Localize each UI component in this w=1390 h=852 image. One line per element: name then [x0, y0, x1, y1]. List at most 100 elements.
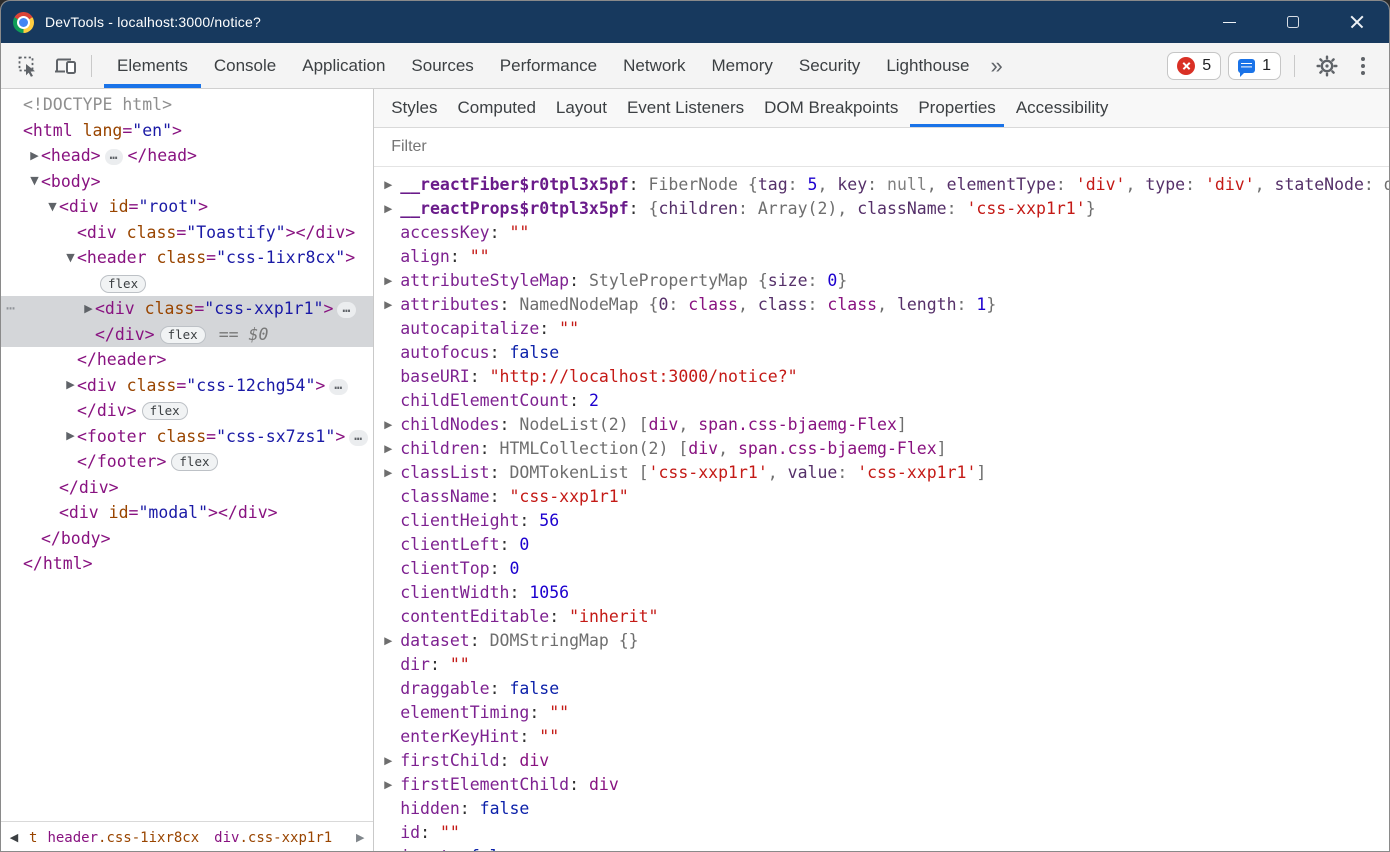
dom-tree-node[interactable]: <!DOCTYPE html> [1, 92, 373, 118]
toggle-device-toolbar-button[interactable] [47, 48, 85, 84]
maximize-button[interactable] [1261, 1, 1325, 43]
property-row[interactable]: dir: "" [384, 653, 1389, 677]
property-row[interactable]: autocapitalize: "" [384, 317, 1389, 341]
dom-tree-node[interactable]: ⋯ ▶ <div class="css-xxp1r1">… [1, 296, 374, 322]
dom-tree-node[interactable]: ▼ <header class="css-1ixr8cx"> [1, 245, 373, 271]
inspect-element-button[interactable] [9, 48, 47, 84]
collapsed-arrow-icon[interactable]: ▶ [28, 143, 41, 169]
property-row[interactable]: baseURI: "http://localhost:3000/notice?" [384, 365, 1389, 389]
tab-lighthouse[interactable]: Lighthouse [873, 43, 982, 88]
sidebar-tab-computed[interactable]: Computed [447, 89, 545, 127]
property-row[interactable]: align: "" [384, 245, 1389, 269]
dom-tree-node[interactable]: </html> [1, 551, 373, 577]
property-row[interactable]: autofocus: false [384, 341, 1389, 365]
tab-sources[interactable]: Sources [398, 43, 486, 88]
collapsed-arrow-icon[interactable]: ▶ [384, 749, 400, 773]
sidebar-tab-event-listeners[interactable]: Event Listeners [617, 89, 754, 127]
expand-ellipsis-icon[interactable]: … [104, 149, 124, 165]
expanded-arrow-icon[interactable]: ▼ [64, 245, 77, 271]
tab-security[interactable]: Security [786, 43, 873, 88]
property-row[interactable]: clientHeight: 56 [384, 509, 1389, 533]
expand-ellipsis-icon[interactable]: … [349, 429, 369, 446]
breadcrumb-item-div-css-xxp1r1[interactable]: div.css-xxp1r1 [214, 830, 332, 846]
node-menu-icon[interactable]: ⋯ [6, 296, 16, 322]
tab-elements[interactable]: Elements [104, 43, 201, 88]
collapsed-arrow-icon[interactable]: ▶ [64, 372, 77, 398]
property-row[interactable]: ▶ children: HTMLCollection(2) [div, span.… [384, 437, 1389, 461]
sidebar-tab-dom-breakpoints[interactable]: DOM Breakpoints [754, 89, 908, 127]
property-row[interactable]: clientLeft: 0 [384, 533, 1389, 557]
property-row[interactable]: elementTiming: "" [384, 701, 1389, 725]
collapsed-arrow-icon[interactable]: ▶ [384, 269, 400, 293]
collapsed-arrow-icon[interactable]: ▶ [384, 461, 400, 485]
collapsed-arrow-icon[interactable]: ▶ [384, 293, 400, 317]
more-options-button[interactable] [1361, 63, 1365, 68]
property-row[interactable]: id: "" [384, 821, 1389, 845]
collapsed-arrow-icon[interactable]: ▶ [82, 296, 95, 322]
more-tabs-button[interactable]: » [983, 54, 1011, 77]
property-row[interactable]: contentEditable: "inherit" [384, 605, 1389, 629]
dom-tree-node[interactable]: </div> [1, 475, 373, 501]
filter-input[interactable] [391, 138, 1389, 156]
breadcrumb-scroll-right-button[interactable]: ▶ [347, 831, 373, 844]
dom-tree-node[interactable]: ▶ <div class="css-12chg54">… [1, 373, 373, 399]
breadcrumb-item-clipped[interactable]: t [29, 830, 37, 846]
property-row[interactable]: ▶ classList: DOMTokenList ['css-xxp1r1', … [384, 461, 1389, 485]
breadcrumb-item-header-css-1ixr8cx[interactable]: header.css-1ixr8cx [47, 830, 199, 846]
dom-tree-node[interactable]: </div> flex == $0 [1, 321, 374, 347]
dom-tree-node[interactable]: ▶ <footer class="css-sx7zs1">… [1, 424, 373, 450]
property-row[interactable]: ▶ firstElementChild: div [384, 773, 1389, 797]
property-row[interactable]: ▶ __reactFiber$r0tpl3x5pf: FiberNode {tag… [384, 173, 1389, 197]
property-row[interactable]: ▶ __reactProps$r0tpl3x5pf: {children: Arr… [384, 197, 1389, 221]
property-row[interactable]: enterKeyHint: "" [384, 725, 1389, 749]
flex-badge[interactable]: flex [100, 274, 147, 293]
property-row[interactable]: ▶ attributeStyleMap: StylePropertyMap {si… [384, 269, 1389, 293]
expanded-arrow-icon[interactable]: ▼ [46, 194, 59, 220]
property-row[interactable]: inert: false [384, 845, 1389, 851]
tab-memory[interactable]: Memory [698, 43, 785, 88]
dom-tree-node[interactable]: </header> [1, 347, 373, 373]
dom-tree-node[interactable]: ▶ <head>… </head> [1, 143, 373, 169]
expanded-arrow-icon[interactable]: ▼ [28, 168, 41, 194]
tab-console[interactable]: Console [201, 43, 289, 88]
collapsed-arrow-icon[interactable]: ▶ [384, 413, 400, 437]
flex-badge[interactable]: flex [159, 325, 206, 344]
property-row[interactable]: accessKey: "" [384, 221, 1389, 245]
dom-tree-node[interactable]: <div id="modal"></div> [1, 500, 373, 526]
property-row[interactable]: className: "css-xxp1r1" [384, 485, 1389, 509]
close-button[interactable] [1325, 1, 1389, 43]
property-row[interactable]: draggable: false [384, 677, 1389, 701]
dom-tree-node[interactable]: <html lang="en"> [1, 118, 373, 144]
error-count-badge[interactable]: 5 [1167, 51, 1222, 80]
tab-network[interactable]: Network [610, 43, 698, 88]
collapsed-arrow-icon[interactable]: ▶ [384, 773, 400, 797]
sidebar-tab-layout[interactable]: Layout [546, 89, 617, 127]
sidebar-tab-properties[interactable]: Properties [908, 89, 1005, 127]
collapsed-arrow-icon[interactable]: ▶ [384, 437, 400, 461]
dom-tree-node[interactable]: <div class="Toastify"></div> [1, 220, 373, 246]
dom-tree-node[interactable]: ▼ <div id="root"> [1, 194, 373, 220]
expand-ellipsis-icon[interactable]: … [329, 378, 349, 395]
tab-application[interactable]: Application [289, 43, 398, 88]
property-row[interactable]: clientTop: 0 [384, 557, 1389, 581]
property-row[interactable]: clientWidth: 1056 [384, 581, 1389, 605]
flex-badge[interactable]: flex [141, 402, 188, 420]
dom-tree-node[interactable]: ▼ <body> [1, 169, 373, 195]
collapsed-arrow-icon[interactable]: ▶ [64, 423, 77, 449]
issues-count-badge[interactable]: 1 [1228, 51, 1281, 80]
minimize-button[interactable] [1197, 1, 1261, 43]
expand-ellipsis-icon[interactable]: … [337, 302, 357, 318]
collapsed-arrow-icon[interactable]: ▶ [384, 629, 400, 653]
property-row[interactable]: ▶ attributes: NamedNodeMap {0: class, cla… [384, 293, 1389, 317]
dom-tree-node[interactable]: </div> flex [1, 398, 373, 424]
breadcrumb-scroll-left-button[interactable]: ◀ [1, 831, 27, 844]
dom-tree-node[interactable]: </footer> flex [1, 449, 373, 475]
property-row[interactable]: ▶ dataset: DOMStringMap {} [384, 629, 1389, 653]
property-row[interactable]: childElementCount: 2 [384, 389, 1389, 413]
tab-performance[interactable]: Performance [487, 43, 610, 88]
sidebar-tab-accessibility[interactable]: Accessibility [1006, 89, 1119, 127]
property-row[interactable]: ▶ firstChild: div [384, 749, 1389, 773]
flex-badge[interactable]: flex [171, 453, 218, 471]
dom-tree-node[interactable]: flex [1, 271, 373, 297]
dom-tree-node[interactable]: </body> [1, 526, 373, 552]
